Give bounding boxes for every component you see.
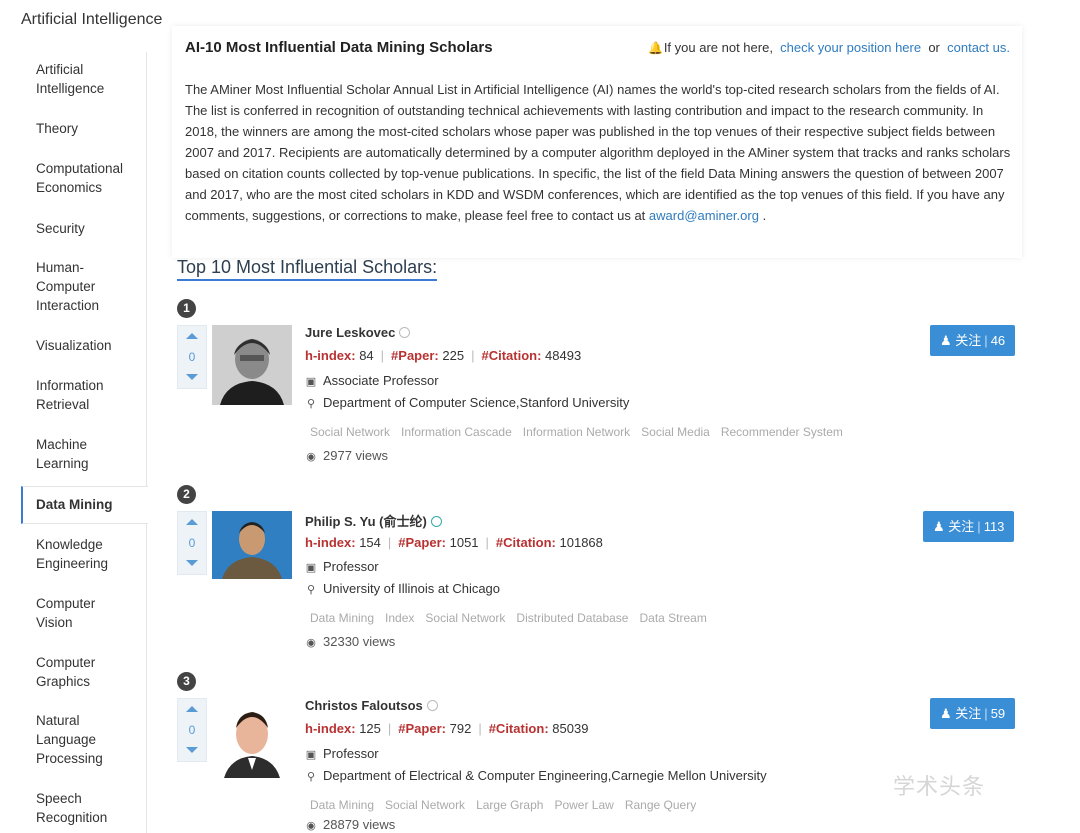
watermark: 学术头条 — [893, 774, 986, 799]
section-title: Artificial Intelligence — [21, 11, 163, 28]
user-plus-icon: ♟ — [940, 706, 952, 721]
tag[interactable]: Distributed Database — [516, 611, 628, 625]
verified-icon — [430, 516, 442, 527]
verified-icon — [426, 700, 438, 711]
vote-widget: 0 — [177, 511, 207, 575]
scholar-affiliation: ⚲ University of Illinois at Chicago — [306, 581, 501, 596]
map-pin-icon: ⚲ — [306, 398, 316, 410]
intro-title: AI-10 Most Influential Data Mining Schol… — [185, 39, 493, 56]
follow-button[interactable]: ♟ 关注 | 46 — [930, 325, 1016, 356]
sidebar-item-knowledge-engineering[interactable]: Knowledge Engineering — [21, 535, 147, 573]
list-heading: Top 10 Most Influential Scholars: — [177, 257, 438, 281]
scholar-position: ▣ Professor — [305, 559, 379, 574]
tag[interactable]: Social Media — [641, 425, 710, 439]
vote-widget: 0 — [177, 325, 207, 389]
tag[interactable]: Data Mining — [310, 798, 374, 812]
scholar-metrics: h-index: 154 | #Paper: 1051 | #Citation: 101… — [305, 535, 603, 550]
scholar-name[interactable]: Philip S. Yu (俞士纶) — [305, 511, 442, 530]
tag[interactable]: Social Network — [310, 425, 390, 439]
sidebar-item-natural-language-processing[interactable]: Natural Language Processing — [21, 711, 147, 768]
upvote-arrow-icon[interactable] — [186, 333, 198, 339]
scholar-tags: Social Network Information Cascade Informa… — [310, 425, 854, 439]
sidebar-item-artificial-intelligence[interactable]: Artificial Intelligence — [21, 60, 147, 98]
downvote-arrow-icon[interactable] — [186, 374, 198, 380]
sidebar-item-information-retrieval[interactable]: Information Retrieval — [21, 376, 147, 414]
intro-panel: AI-10 Most Influential Data Mining Schol… — [172, 26, 1022, 258]
sidebar-item-visualization[interactable]: Visualization — [21, 336, 147, 355]
sidebar: Artificial Intelligence Theory Computatio… — [21, 52, 148, 833]
eye-icon: ◉ — [306, 820, 316, 832]
rank-badge: 3 — [177, 672, 196, 691]
follow-button[interactable]: ♟ 关注 | 59 — [930, 698, 1016, 729]
sidebar-item-security[interactable]: Security — [21, 219, 147, 238]
eye-icon: ◉ — [306, 451, 316, 463]
tag[interactable]: Information Network — [523, 425, 630, 439]
tag[interactable]: Recommender System — [721, 425, 843, 439]
scholar-name[interactable]: Christos Faloutsos — [305, 698, 438, 713]
sidebar-item-computational-economics[interactable]: Computational Economics — [21, 159, 147, 197]
award-email-link[interactable]: award@aminer.org — [649, 208, 759, 223]
scholar-tags: Data Mining Index Social Network Distribute… — [310, 611, 718, 625]
briefcase-icon: ▣ — [305, 749, 317, 761]
tag[interactable]: Large Graph — [476, 798, 543, 812]
rank-badge: 2 — [177, 485, 196, 504]
vote-count: 0 — [188, 536, 196, 550]
tag[interactable]: Social Network — [385, 798, 465, 812]
check-position-link[interactable]: check your position here — [780, 40, 921, 55]
scholar-affiliation: ⚲ Department of Electrical & Computer Eng… — [306, 768, 767, 783]
upvote-arrow-icon[interactable] — [186, 706, 198, 712]
sidebar-item-computer-vision[interactable]: Computer Vision — [21, 594, 147, 632]
scholar-tags: Data Mining Social Network Large Graph Powe… — [310, 798, 707, 812]
sidebar-item-machine-learning[interactable]: Machine Learning — [21, 435, 147, 473]
position-notice: 🔔 If you are not here, check your positi… — [648, 40, 1010, 55]
tag[interactable]: Range Query — [625, 798, 696, 812]
scholar-position: ▣ Associate Professor — [305, 373, 439, 388]
sidebar-item-data-mining[interactable]: Data Mining — [21, 486, 148, 524]
user-plus-icon: ♟ — [933, 519, 945, 534]
map-pin-icon: ⚲ — [306, 771, 316, 783]
rank-badge: 1 — [177, 299, 196, 318]
avatar[interactable] — [212, 698, 292, 778]
tag[interactable]: Social Network — [425, 611, 505, 625]
eye-icon: ◉ — [306, 637, 316, 649]
bell-icon: 🔔 — [648, 41, 664, 55]
vote-widget: 0 — [177, 698, 207, 762]
tag[interactable]: Data Mining — [310, 611, 374, 625]
avatar[interactable] — [212, 511, 292, 579]
tag[interactable]: Index — [385, 611, 414, 625]
sidebar-item-human-computer-interaction[interactable]: Human- Computer Interaction — [21, 258, 147, 315]
tag[interactable]: Data Stream — [639, 611, 706, 625]
downvote-arrow-icon[interactable] — [186, 747, 198, 753]
scholar-views: ◉ 32330 views — [306, 634, 396, 649]
sidebar-item-computer-graphics[interactable]: Computer Graphics — [21, 653, 147, 691]
verified-icon — [399, 327, 411, 338]
scholar-name[interactable]: Jure Leskovec — [305, 325, 411, 340]
upvote-arrow-icon[interactable] — [186, 519, 198, 525]
sidebar-item-speech-recognition[interactable]: Speech Recognition — [21, 789, 147, 827]
scholar-affiliation: ⚲ Department of Computer Science,Stanford… — [306, 395, 630, 410]
avatar[interactable] — [212, 325, 292, 405]
scholar-metrics: h-index: 84 | #Paper: 225 | #Citation: 48493 — [305, 348, 582, 363]
contact-us-link[interactable]: contact us. — [947, 40, 1010, 55]
follow-button[interactable]: ♟ 关注 | 113 — [923, 511, 1015, 542]
tag[interactable]: Power Law — [554, 798, 613, 812]
user-plus-icon: ♟ — [940, 333, 952, 348]
vote-count: 0 — [188, 723, 196, 737]
briefcase-icon: ▣ — [305, 376, 317, 388]
scholar-views: ◉ 2977 views — [306, 448, 389, 463]
scholar-views: ◉ 28879 views — [306, 817, 396, 832]
sidebar-item-theory[interactable]: Theory — [21, 119, 147, 138]
vote-count: 0 — [188, 350, 196, 364]
scholar-metrics: h-index: 125 | #Paper: 792 | #Citation: 8503… — [305, 721, 589, 736]
briefcase-icon: ▣ — [305, 562, 317, 574]
intro-description: The AMiner Most Influential Scholar Annu… — [185, 82, 1011, 223]
tag[interactable]: Information Cascade — [401, 425, 512, 439]
map-pin-icon: ⚲ — [306, 584, 316, 596]
downvote-arrow-icon[interactable] — [186, 560, 198, 566]
scholar-position: ▣ Professor — [305, 746, 379, 761]
